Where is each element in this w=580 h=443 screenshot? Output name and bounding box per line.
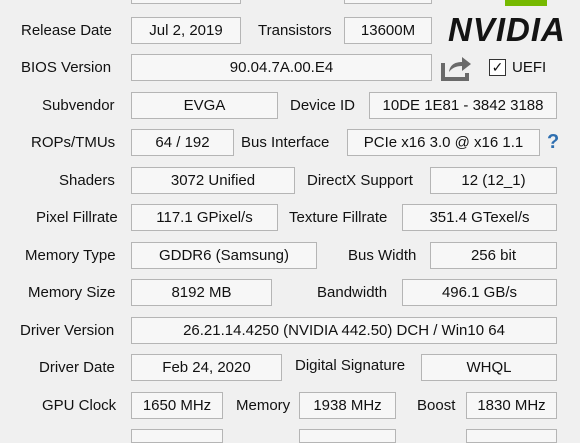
release-date-field[interactable]: Jul 2, 2019 (131, 17, 241, 44)
driver-version-label: Driver Version (20, 322, 115, 339)
boost-clock-field[interactable]: 1830 MHz (466, 392, 557, 419)
memory-clock-label: Memory (236, 397, 291, 414)
nvidia-logo: NVIDIA (448, 11, 566, 48)
bus-interface-field[interactable]: PCIe x16 3.0 @ x16 1.1 (347, 129, 540, 156)
subvendor-field[interactable]: EVGA (131, 92, 278, 119)
bottom-partial-field-1 (131, 429, 223, 443)
pixel-fillrate-field[interactable]: 117.1 GPixel/s (131, 204, 278, 231)
directx-label: DirectX Support (307, 172, 413, 189)
bottom-partial-field-2 (299, 429, 396, 443)
bottom-partial-field-3 (466, 429, 557, 443)
driver-date-field[interactable]: Feb 24, 2020 (131, 354, 282, 381)
texture-fillrate-label: Texture Fillrate (289, 209, 388, 226)
gpu-clock-field[interactable]: 1650 MHz (131, 392, 223, 419)
memory-size-field[interactable]: 8192 MB (131, 279, 272, 306)
driver-version-field[interactable]: 26.21.14.4250 (NVIDIA 442.50) DCH / Win1… (131, 317, 557, 344)
subvendor-label: Subvendor (42, 97, 115, 114)
bios-version-label: BIOS Version (21, 59, 112, 76)
question-icon[interactable]: ? (547, 131, 559, 154)
rops-tmus-field[interactable]: 64 / 192 (131, 129, 234, 156)
gpu-clock-label: GPU Clock (42, 397, 117, 414)
device-id-label: Device ID (290, 97, 356, 114)
rops-tmus-label: ROPs/TMUs (31, 134, 116, 151)
bus-width-field[interactable]: 256 bit (430, 242, 557, 269)
digital-signature-label: Digital Signature (295, 357, 406, 374)
directx-field[interactable]: 12 (12_1) (430, 167, 557, 194)
uefi-checkbox[interactable]: ✓ (489, 59, 506, 76)
driver-date-label: Driver Date (39, 359, 115, 376)
memory-type-field[interactable]: GDDR6 (Samsung) (131, 242, 317, 269)
transistors-field[interactable]: 13600M (344, 17, 432, 44)
top-partial-field (131, 0, 241, 4)
memory-clock-field[interactable]: 1938 MHz (299, 392, 396, 419)
checkmark-icon: ✓ (491, 59, 504, 75)
top-partial-field-2 (344, 0, 432, 4)
digital-signature-field[interactable]: WHQL (421, 354, 557, 381)
memory-size-label: Memory Size (28, 284, 116, 301)
shaders-label: Shaders (59, 172, 115, 189)
share-export-icon[interactable] (440, 52, 474, 82)
pixel-fillrate-label: Pixel Fillrate (36, 209, 118, 226)
bus-interface-label: Bus Interface (241, 134, 330, 151)
bus-width-label: Bus Width (348, 247, 417, 264)
nvidia-eye-logo-fragment (505, 0, 547, 6)
device-id-field[interactable]: 10DE 1E81 - 3842 3188 (369, 92, 557, 119)
bandwidth-label: Bandwidth (317, 284, 388, 301)
boost-label: Boost (417, 397, 456, 414)
shaders-field[interactable]: 3072 Unified (131, 167, 295, 194)
release-date-label: Release Date (21, 22, 112, 39)
texture-fillrate-field[interactable]: 351.4 GTexel/s (402, 204, 557, 231)
bios-version-field[interactable]: 90.04.7A.00.E4 (131, 54, 432, 81)
bandwidth-field[interactable]: 496.1 GB/s (402, 279, 557, 306)
uefi-label: UEFI (512, 59, 547, 76)
transistors-label: Transistors (258, 22, 332, 39)
memory-type-label: Memory Type (25, 247, 116, 264)
